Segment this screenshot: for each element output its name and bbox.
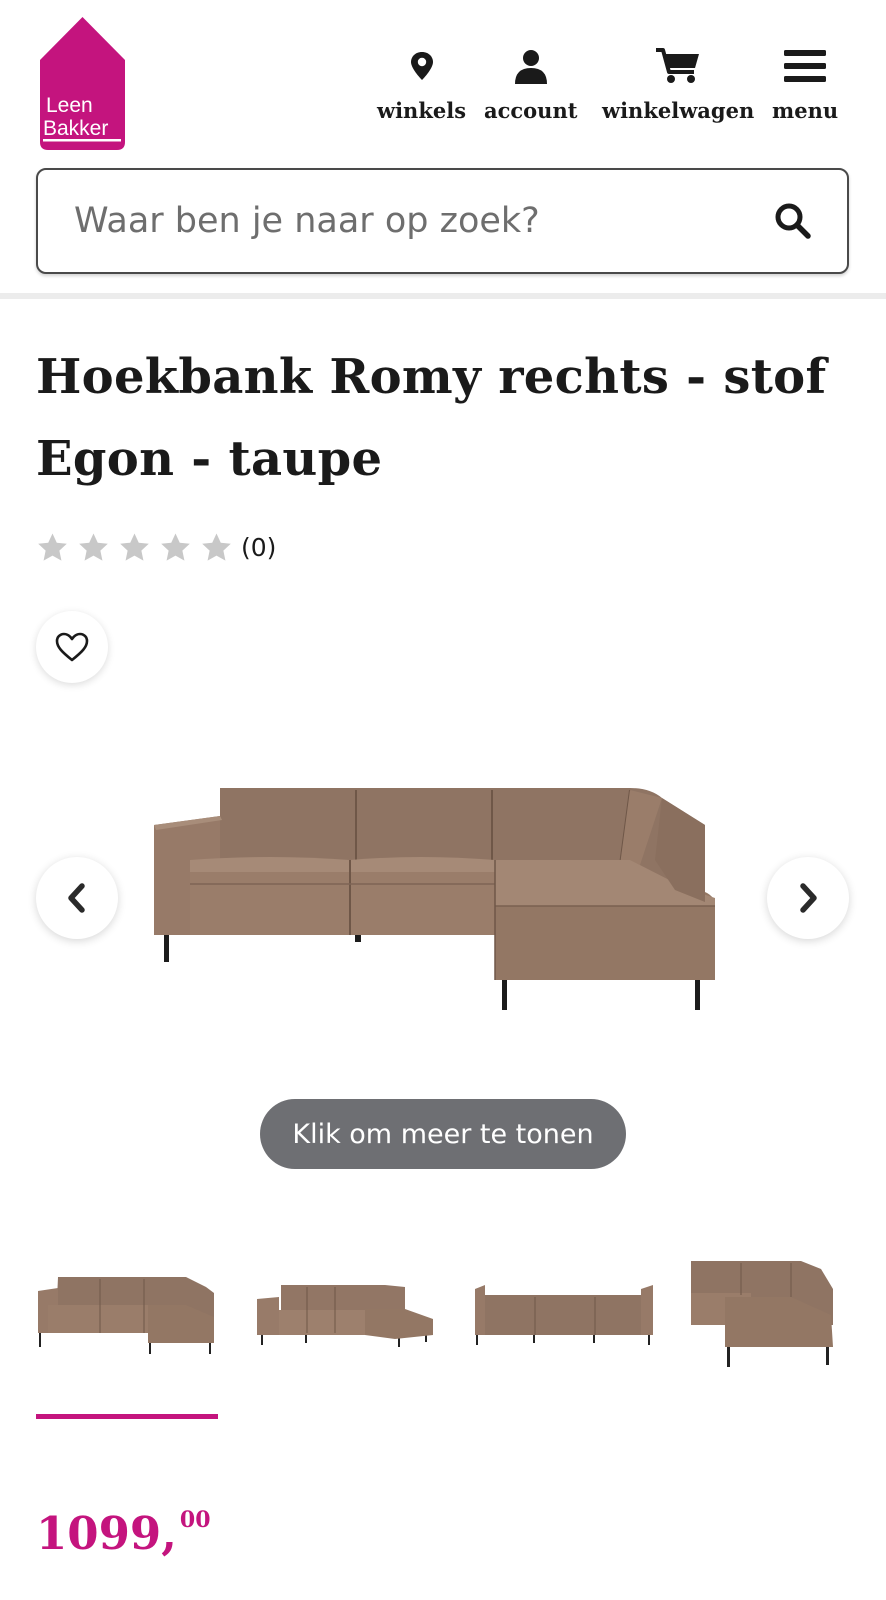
product-price: 1099, 00	[36, 1505, 211, 1563]
thumbnail-1[interactable]	[36, 1255, 218, 1385]
nav-winkelwagen[interactable]: winkelwagen	[602, 46, 754, 123]
search-icon[interactable]	[773, 201, 813, 241]
sofa-illustration	[154, 788, 715, 1010]
chevron-left-icon	[68, 883, 85, 913]
user-icon	[514, 50, 547, 84]
nav-account[interactable]: account	[484, 46, 577, 123]
nav-winkels-label: winkels	[377, 98, 467, 123]
favorite-button[interactable]	[36, 611, 108, 683]
leen-bakker-logo[interactable]: Leen Bakker	[36, 17, 129, 150]
star-icon	[79, 533, 108, 561]
nav-winkelwagen-label: winkelwagen	[602, 98, 755, 123]
chevron-right-icon	[800, 883, 817, 913]
thumbnail-4[interactable]	[691, 1255, 873, 1385]
price-euros: 1099,	[36, 1507, 177, 1560]
product-image[interactable]	[150, 780, 732, 1020]
star-icon	[38, 533, 67, 561]
nav-account-label: account	[484, 98, 578, 123]
active-thumbnail-indicator	[36, 1414, 218, 1419]
cart-icon	[656, 48, 700, 83]
search-input[interactable]	[74, 196, 714, 246]
heart-icon	[55, 632, 89, 662]
carousel-next-button[interactable]	[767, 857, 849, 939]
price-cents: 00	[179, 1507, 211, 1533]
nav-menu[interactable]: menu	[772, 46, 838, 123]
review-count: (0)	[241, 533, 277, 562]
logo-text-bakker: Bakker	[43, 117, 108, 140]
thumbnail-2[interactable]	[255, 1255, 437, 1385]
star-icon	[161, 533, 190, 561]
nav-menu-label: menu	[772, 98, 839, 123]
thumbnail-3[interactable]	[473, 1255, 655, 1385]
map-pin-icon	[410, 52, 433, 80]
carousel-prev-button[interactable]	[36, 857, 118, 939]
header-divider	[0, 293, 886, 299]
search-bar[interactable]	[36, 168, 849, 274]
nav-winkels[interactable]: winkels	[377, 46, 466, 123]
product-rating[interactable]: (0)	[36, 531, 276, 564]
star-icon	[202, 533, 231, 561]
logo-text-leen: Leen	[46, 94, 93, 117]
show-more-button[interactable]: Klik om meer te tonen	[260, 1099, 626, 1169]
product-title: Hoekbank Romy rechts - stof Egon - taupe	[36, 349, 827, 487]
star-icon	[120, 533, 149, 561]
hamburger-icon	[784, 50, 827, 82]
